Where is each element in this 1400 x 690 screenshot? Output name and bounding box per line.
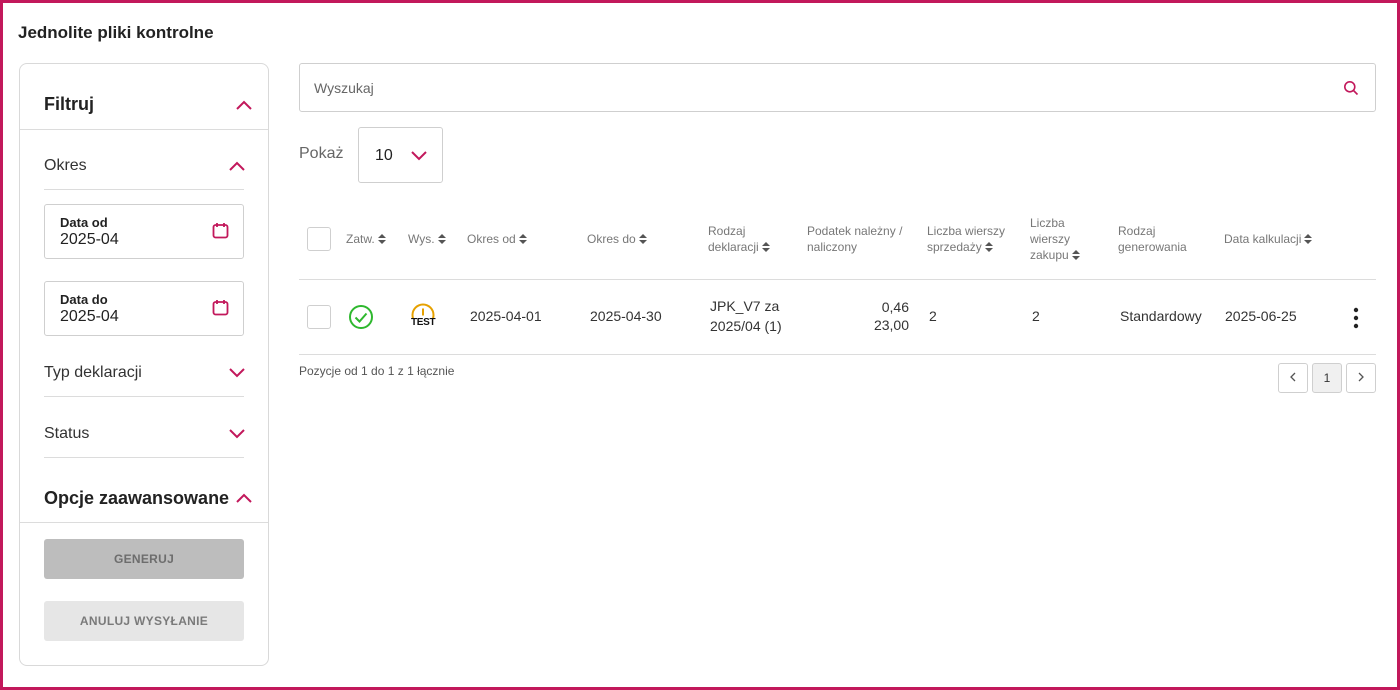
page-button-current[interactable]: 1 [1312, 363, 1342, 393]
cell-period-to: 2025-04-30 [590, 308, 662, 324]
declaration-type-section[interactable]: Typ deklaracji [44, 350, 245, 397]
chevron-up-icon[interactable] [236, 100, 252, 110]
chevron-down-icon[interactable] [229, 368, 245, 378]
sort-icon [1071, 250, 1080, 260]
header-period-from[interactable]: Okres od [467, 231, 527, 247]
advanced-options-title: Opcje zaawansowane [44, 488, 230, 508]
chevron-down-icon [411, 151, 427, 161]
page-size-value: 10 [375, 147, 393, 164]
date-from-value: 2025-04 [60, 231, 119, 248]
chevron-up-icon[interactable] [229, 161, 245, 171]
period-section[interactable]: Okres [44, 130, 245, 190]
chevron-left-icon [1290, 372, 1296, 382]
calendar-icon[interactable] [212, 222, 229, 239]
next-page-button[interactable] [1346, 363, 1376, 393]
declaration-type-label: Typ deklaracji [44, 364, 142, 381]
cell-sales-rows: 2 [929, 308, 937, 324]
page-title: Jednolite pliki kontrolne [18, 23, 214, 42]
sort-icon [1304, 234, 1313, 244]
date-from-field[interactable]: Data od 2025-04 [44, 204, 244, 259]
header-sales-rows[interactable]: Liczba wierszy sprzedaży [927, 223, 1005, 255]
calendar-icon[interactable] [212, 299, 229, 316]
check-circle-icon [349, 305, 373, 329]
sort-icon [761, 242, 770, 252]
sort-icon [518, 234, 527, 244]
table-row[interactable]: TEST 2025-04-01 2025-04-30 JPK_V7 za 2025… [299, 280, 1376, 355]
header-calc-date[interactable]: Data kalkulacji [1224, 231, 1313, 247]
cell-purchase-rows: 2 [1032, 308, 1040, 324]
status-label: Status [44, 425, 90, 442]
search-icon[interactable] [1343, 80, 1359, 96]
date-to-value: 2025-04 [60, 308, 119, 325]
table-header: Zatw. Wys. Okres od Okres do Rodzaj dekla… [299, 205, 1376, 280]
date-to-caption: Data do [60, 292, 108, 307]
header-generation-type: Rodzaj generowania [1118, 224, 1187, 254]
header-sent[interactable]: Wys. [408, 231, 446, 247]
cell-calc-date: 2025-06-25 [1225, 308, 1297, 324]
chevron-down-icon[interactable] [229, 429, 245, 439]
cell-generation-type: Standardowy [1120, 308, 1202, 324]
cancel-sending-button[interactable]: ANULUJ WYSYŁANIE [44, 601, 244, 641]
filter-title: Filtruj [44, 94, 94, 114]
generate-button[interactable]: GENERUJ [44, 539, 244, 579]
prev-page-button[interactable] [1278, 363, 1308, 393]
date-from-caption: Data od [60, 215, 108, 230]
chevron-up-icon[interactable] [236, 493, 252, 503]
header-declaration-type[interactable]: Rodzaj deklaracji [708, 223, 770, 255]
cell-tax: 0,46 23,00 [873, 299, 909, 333]
search-box [299, 63, 1376, 112]
date-to-field[interactable]: Data do 2025-04 [44, 281, 244, 336]
sort-icon [377, 234, 386, 244]
sort-icon [638, 234, 647, 244]
advanced-options-header[interactable]: Opcje zaawansowane [20, 469, 268, 523]
sort-icon [437, 234, 446, 244]
select-all-checkbox[interactable] [307, 227, 331, 251]
header-purchase-rows[interactable]: Liczba wierszy zakupu [1030, 215, 1080, 263]
cell-period-from: 2025-04-01 [470, 308, 542, 324]
period-label: Okres [44, 157, 87, 174]
page-size-label: Pokaż [299, 145, 344, 162]
header-period-to[interactable]: Okres do [587, 231, 647, 247]
cell-declaration: JPK_V7 za 2025/04 (1) [710, 298, 782, 334]
header-tax: Podatek należny / naliczony [807, 224, 903, 254]
row-checkbox[interactable] [307, 305, 331, 329]
chevron-right-icon [1358, 372, 1364, 382]
search-input[interactable] [314, 78, 1314, 98]
filter-sidebar: Filtruj Okres Data od 2025-04 Data do 20… [19, 63, 269, 666]
sort-icon [984, 242, 993, 252]
status-section[interactable]: Status [44, 397, 245, 458]
filter-header[interactable]: Filtruj [20, 64, 268, 130]
header-approved[interactable]: Zatw. [346, 231, 386, 247]
page-size-select[interactable]: 10 [358, 127, 443, 183]
test-badge: TEST [411, 317, 436, 328]
pagination-info: Pozycje od 1 do 1 z 1 łącznie [299, 364, 455, 378]
more-options-icon[interactable] [1347, 307, 1365, 329]
test-warning-icon: TEST [409, 303, 437, 333]
